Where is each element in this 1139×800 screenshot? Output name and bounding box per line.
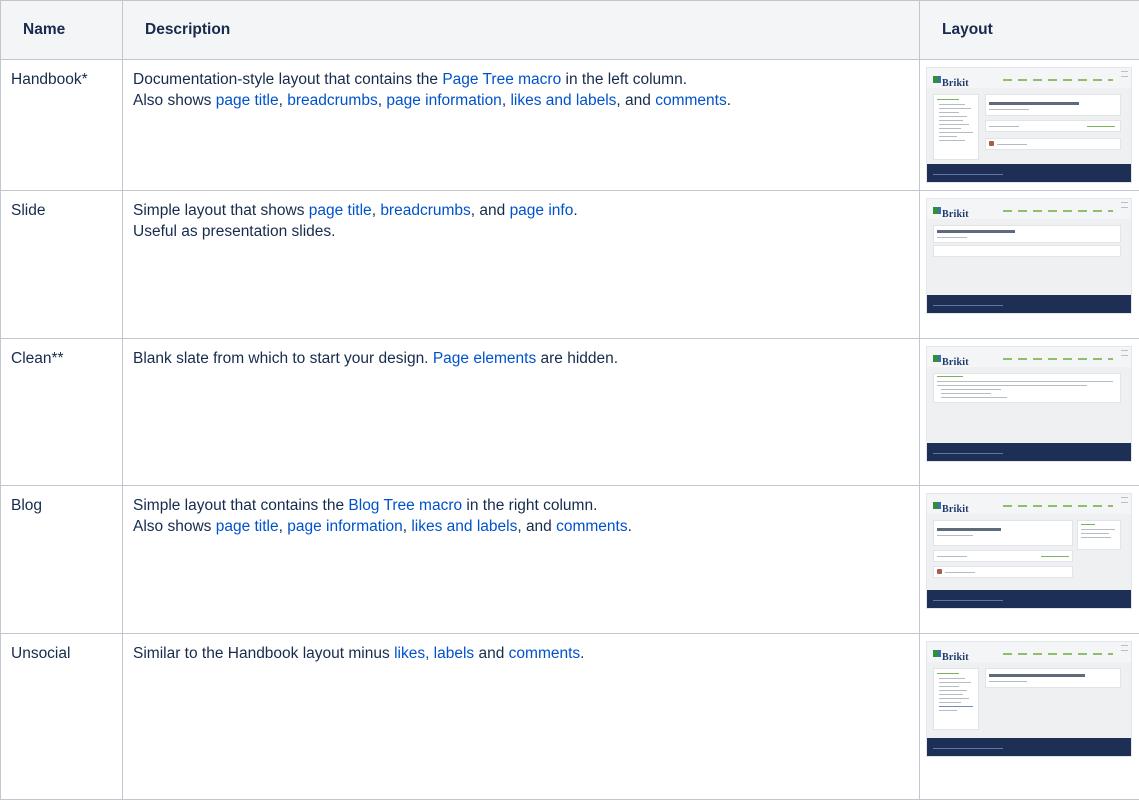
description-text: Documentation-style layout that contains… (133, 71, 442, 88)
description-text: . (580, 645, 584, 662)
description-link[interactable]: breadcrumbs (287, 92, 377, 109)
layout-description: Simple layout that shows page title, bre… (123, 191, 920, 339)
description-text: in the left column. (561, 71, 687, 88)
description-link[interactable]: Page elements (433, 350, 536, 367)
description-line: Useful as presentation slides. (133, 221, 909, 242)
table-row: Handbook* Documentation-style layout tha… (1, 60, 1139, 191)
description-link[interactable]: comments (556, 518, 628, 535)
description-link[interactable]: likes, labels (394, 645, 474, 662)
unsocial-layout-thumbnail: Brikit (926, 641, 1132, 757)
description-link[interactable]: Blog Tree macro (348, 497, 462, 514)
layout-description: Documentation-style layout that contains… (123, 60, 920, 191)
description-link[interactable]: page title (216, 92, 279, 109)
description-text: . (628, 518, 632, 535)
menu-icon (1121, 71, 1128, 77)
description-text: Similar to the Handbook layout minus (133, 645, 394, 662)
header-row: Name Description Layout (1, 1, 1139, 60)
layouts-table: Name Description Layout Handbook* Docume… (0, 0, 1139, 800)
description-text: , and (517, 518, 556, 535)
description-link[interactable]: page title (216, 518, 279, 535)
table-row: Clean** Blank slate from which to start … (1, 339, 1139, 486)
description-link[interactable]: page title (309, 202, 372, 219)
slide-layout-thumbnail: Brikit (926, 198, 1132, 314)
layout-name: Slide (1, 191, 123, 339)
description-link[interactable]: page info (510, 202, 574, 219)
description-text: are hidden. (536, 350, 618, 367)
layout-thumbnail-cell: Brikit (920, 486, 1139, 634)
table-row: Unsocial Similar to the Handbook layout … (1, 634, 1139, 800)
description-text: Useful as presentation slides. (133, 223, 335, 240)
header-layout: Layout (920, 1, 1139, 60)
description-text: and (474, 645, 508, 662)
layout-description: Simple layout that contains the Blog Tre… (123, 486, 920, 634)
layout-thumbnail-cell: Brikit (920, 60, 1139, 191)
table-row: Slide Simple layout that shows page titl… (1, 191, 1139, 339)
description-text: Also shows (133, 92, 216, 109)
description-text: . (573, 202, 577, 219)
layout-name: Unsocial (1, 634, 123, 800)
layout-description: Similar to the Handbook layout minus lik… (123, 634, 920, 800)
description-text: Also shows (133, 518, 216, 535)
layout-thumbnail-cell: Brikit (920, 191, 1139, 339)
description-text: Simple layout that contains the (133, 497, 348, 514)
description-line: Also shows page title, breadcrumbs, page… (133, 90, 909, 111)
thumbnail-logo: Brikit (942, 499, 969, 520)
header-name: Name (1, 1, 123, 60)
clean-layout-thumbnail: Brikit (926, 346, 1132, 462)
description-text: Blank slate from which to start your des… (133, 350, 433, 367)
thumbnail-logo: Brikit (942, 73, 969, 94)
menu-icon (1121, 645, 1128, 651)
description-link[interactable]: breadcrumbs (380, 202, 470, 219)
thumbnail-logo: Brikit (942, 204, 969, 225)
description-text: in the right column. (462, 497, 597, 514)
thumbnail-logo: Brikit (942, 352, 969, 373)
description-text: , (279, 92, 288, 109)
thumbnail-logo: Brikit (942, 647, 969, 668)
description-text: , and (471, 202, 510, 219)
description-text: Simple layout that shows (133, 202, 309, 219)
description-line: Simple layout that shows page title, bre… (133, 200, 909, 221)
layout-name: Blog (1, 486, 123, 634)
description-link[interactable]: likes and labels (411, 518, 517, 535)
header-description: Description (123, 1, 920, 60)
menu-icon (1121, 497, 1128, 503)
layout-thumbnail-cell: Brikit (920, 634, 1139, 800)
description-line: Also shows page title, page information,… (133, 516, 909, 537)
layout-description: Blank slate from which to start your des… (123, 339, 920, 486)
description-line: Similar to the Handbook layout minus lik… (133, 643, 909, 664)
description-link[interactable]: comments (655, 92, 727, 109)
handbook-layout-thumbnail: Brikit (926, 67, 1132, 183)
layout-name: Handbook* (1, 60, 123, 191)
description-link[interactable]: page information (386, 92, 501, 109)
description-line: Blank slate from which to start your des… (133, 348, 909, 369)
description-link[interactable]: comments (509, 645, 581, 662)
menu-icon (1121, 202, 1128, 208)
description-link[interactable]: likes and labels (510, 92, 616, 109)
description-text: . (727, 92, 731, 109)
description-line: Simple layout that contains the Blog Tre… (133, 495, 909, 516)
description-link[interactable]: Page Tree macro (442, 71, 561, 88)
description-text: , and (616, 92, 655, 109)
blog-layout-thumbnail: Brikit (926, 493, 1132, 609)
layout-name: Clean** (1, 339, 123, 486)
menu-icon (1121, 350, 1128, 356)
table-row: Blog Simple layout that contains the Blo… (1, 486, 1139, 634)
layout-thumbnail-cell: Brikit (920, 339, 1139, 486)
description-line: Documentation-style layout that contains… (133, 69, 909, 90)
description-link[interactable]: page information (287, 518, 402, 535)
description-text: , (279, 518, 288, 535)
